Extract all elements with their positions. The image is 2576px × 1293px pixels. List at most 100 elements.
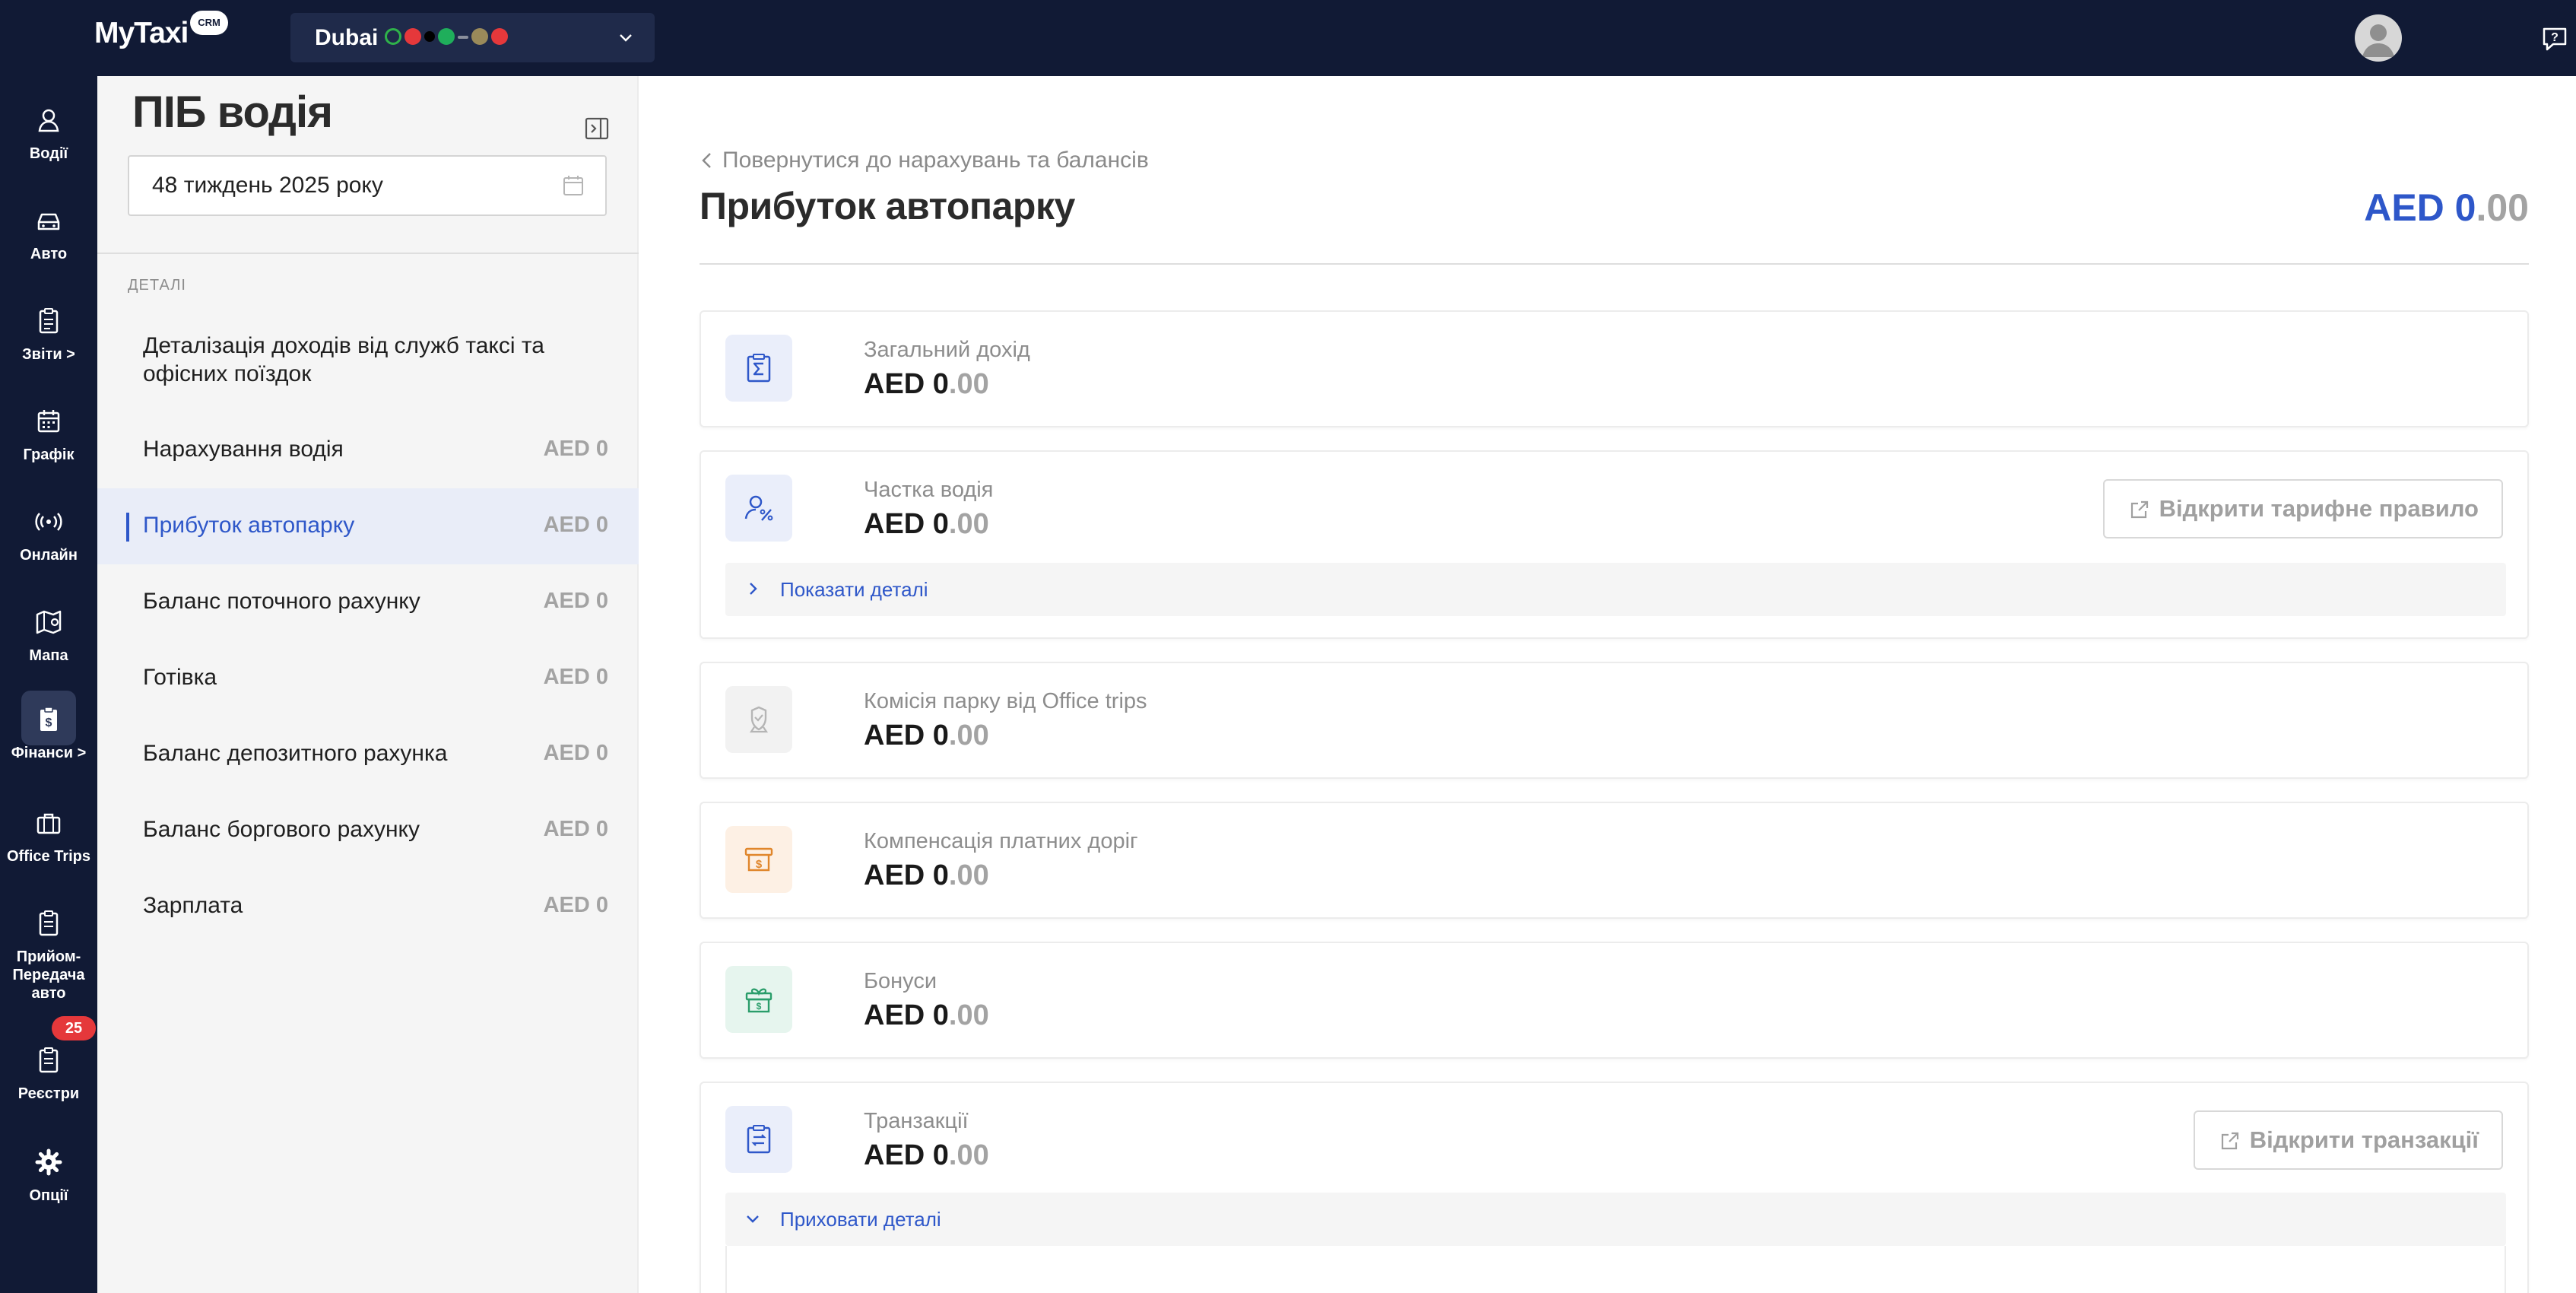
menu-item-deposit-balance[interactable]: Баланс депозитного рахунка AED 0 — [97, 716, 639, 793]
nav-item-office-trips[interactable]: Office Trips — [0, 794, 97, 885]
card-value-main: AED 0 — [864, 1139, 949, 1171]
menu-item-current-balance[interactable]: Баланс поточного рахунку AED 0 — [97, 564, 639, 640]
main-content: Повернутися до нарахувань та балансів Пр… — [639, 76, 2576, 1293]
chevron-down-icon — [620, 34, 632, 42]
details-toggle-label: Показати деталі — [780, 578, 928, 601]
week-picker-input[interactable] — [128, 155, 607, 216]
nav-label: Office Trips — [6, 848, 91, 865]
chevron-left-icon[interactable] — [698, 149, 716, 172]
card-value-main: AED 0 — [864, 368, 949, 400]
handover-icon — [39, 910, 59, 936]
hide-details-toggle[interactable]: Приховати деталі — [725, 1193, 2506, 1246]
registry-icon — [39, 1047, 59, 1073]
card-icon-box: $ — [725, 966, 792, 1033]
button-label: Відкрити тарифне правило — [2159, 495, 2479, 522]
card-transactions: Транзакції AED 0.00 Відкрити транзакції … — [700, 1082, 2529, 1293]
card-value-decimals: .00 — [948, 368, 989, 400]
open-transactions-button[interactable]: Відкрити транзакції — [2193, 1110, 2503, 1170]
card-value: AED 0.00 — [864, 720, 989, 752]
card-value: AED 0.00 — [864, 1139, 989, 1172]
total-amount-decimals: .00 — [2476, 186, 2529, 229]
app-logo[interactable]: MyTaxi — [94, 17, 189, 50]
city-name: Dubai — [315, 25, 379, 50]
card-label: Компенсація платних доріг — [864, 829, 1138, 853]
card-value: AED 0.00 — [864, 368, 989, 401]
svg-text:?: ? — [2551, 31, 2559, 44]
svg-text:$: $ — [46, 716, 52, 729]
service-icon — [424, 31, 435, 42]
nav-item-map[interactable]: Мапа — [0, 593, 97, 685]
card-toll-compensation: $ Компенсація платних доріг AED 0.00 — [700, 802, 2529, 919]
service-icon — [471, 28, 488, 45]
menu-item-label: Прибуток автопарку — [143, 513, 355, 538]
gear-icon — [35, 1148, 62, 1176]
svg-text:$: $ — [757, 1001, 762, 1012]
left-nav: Водії Авто Звіти > Графік Онлайн Мапа $ … — [0, 76, 97, 1293]
card-bonuses: $ Бонуси AED 0.00 — [700, 942, 2529, 1059]
nav-item-online[interactable]: Онлайн — [0, 493, 97, 584]
menu-item-amount: AED 0 — [543, 817, 608, 841]
nav-item-finance[interactable]: $ Фінанси > — [0, 691, 97, 782]
menu-item-salary[interactable]: Зарплата AED 0 — [97, 869, 639, 945]
side-panel: ПІБ водія ДЕТАЛІ Деталізація доходів від… — [97, 76, 639, 1293]
card-driver-share: Частка водія AED 0.00 Відкрити тарифне п… — [700, 450, 2529, 639]
button-label: Відкрити транзакції — [2249, 1126, 2479, 1153]
nav-item-registries[interactable]: Реєстри — [0, 1031, 97, 1123]
menu-item-fleet-profit[interactable]: Прибуток автопарку AED 0 — [97, 488, 639, 564]
nav-item-reports[interactable]: Звіти > — [0, 292, 97, 383]
income-details-link[interactable]: Деталізація доходів від служб таксі та о… — [143, 332, 584, 388]
map-icon — [36, 610, 62, 634]
menu-item-label: Зарплата — [143, 893, 243, 918]
chevron-right-icon — [750, 583, 757, 595]
open-tariff-rule-button[interactable]: Відкрити тарифне правило — [2102, 479, 2503, 538]
card-value-decimals: .00 — [948, 859, 989, 891]
car-icon — [37, 213, 60, 230]
logo-badge: CRM — [190, 11, 228, 35]
menu-item-amount: AED 0 — [543, 665, 608, 689]
nav-item-options[interactable]: Опції — [0, 1133, 97, 1225]
card-value: AED 0.00 — [864, 859, 989, 892]
card-value-decimals: .00 — [948, 508, 989, 540]
user-icon — [38, 109, 59, 132]
nav-item-handover[interactable]: Прийом-Передача авто — [0, 894, 97, 1009]
transactions-details-panel — [725, 1246, 2506, 1293]
sum-clipboard-icon — [747, 354, 771, 383]
external-link-icon — [2221, 1132, 2238, 1150]
menu-item-label: Баланс депозитного рахунка — [143, 741, 448, 766]
nav-label: Опції — [29, 1187, 68, 1204]
menu-item-cash[interactable]: Готівка AED 0 — [97, 640, 639, 716]
nav-label: Прийом-Передача авто — [12, 948, 85, 1002]
card-value-main: AED 0 — [864, 999, 949, 1031]
menu-item-driver-charges[interactable]: Нарахування водія AED 0 — [97, 412, 639, 488]
help-icon[interactable]: ? — [2540, 23, 2570, 53]
details-toggle-label: Приховати деталі — [780, 1208, 941, 1231]
nav-label: Авто — [30, 246, 68, 262]
back-link[interactable]: Повернутися до нарахувань та балансів — [722, 148, 1149, 173]
top-bar: MyTaxi CRM Dubai ? — [0, 0, 2576, 76]
card-icon-box — [725, 686, 792, 753]
city-select[interactable]: Dubai — [290, 13, 655, 62]
transactions-clipboard-icon — [747, 1125, 771, 1154]
nav-item-drivers[interactable]: Водії — [0, 91, 97, 183]
nav-item-cars[interactable]: Авто — [0, 192, 97, 283]
driver-name-title: ПІБ водія — [132, 87, 333, 137]
card-value-main: AED 0 — [864, 720, 949, 751]
card-value-decimals: .00 — [948, 720, 989, 751]
card-value-decimals: .00 — [948, 999, 989, 1031]
nav-label: Звіти > — [22, 346, 75, 363]
show-details-toggle[interactable]: Показати деталі — [725, 563, 2506, 616]
card-value-decimals: .00 — [948, 1139, 989, 1171]
page-title: Прибуток автопарку — [700, 185, 1075, 227]
collapse-panel-icon[interactable] — [584, 116, 610, 141]
service-icon — [438, 28, 455, 45]
avatar[interactable] — [2355, 14, 2402, 62]
divider — [700, 263, 2529, 265]
user-percent-icon — [744, 495, 773, 521]
card-label: Бонуси — [864, 969, 937, 993]
menu-item-label: Готівка — [143, 665, 217, 690]
menu-item-debt-balance[interactable]: Баланс боргового рахунку AED 0 — [97, 793, 639, 869]
nav-item-schedule[interactable]: Графік — [0, 392, 97, 484]
total-amount: AED 0.00 — [2364, 186, 2529, 230]
calendar-icon[interactable] — [561, 173, 585, 198]
divider — [97, 253, 639, 254]
